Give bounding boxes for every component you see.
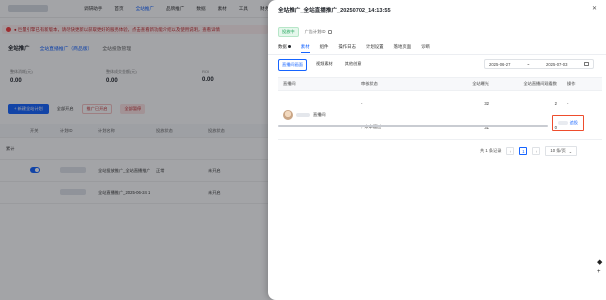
- date-start: 2025-06-27: [489, 61, 511, 67]
- copy-icon[interactable]: [327, 30, 332, 34]
- page-size-value: 10 条/页: [550, 148, 566, 153]
- column-header: 直播间: [283, 81, 296, 86]
- avatar: [283, 110, 293, 120]
- tab-diagnosis[interactable]: 诊断: [421, 44, 430, 50]
- subtab-video[interactable]: 视频素材: [313, 59, 336, 71]
- column-header: 审核状态: [361, 81, 378, 86]
- status-badge: 投放中: [278, 27, 299, 37]
- plus-icon: +: [597, 269, 601, 275]
- tab-data[interactable]: 数据: [278, 44, 291, 50]
- close-icon[interactable]: ✕: [592, 5, 597, 12]
- prev-page-button[interactable]: ‹: [506, 147, 515, 155]
- review-status-expandable[interactable]: › 未审通过: [361, 115, 449, 139]
- column-header: 操作: [567, 81, 576, 86]
- subtab-live-room[interactable]: 直播间画面: [278, 59, 307, 71]
- views-value: 0: [554, 124, 557, 130]
- divider: [268, 54, 606, 55]
- subtab-other[interactable]: 其他创意: [342, 59, 365, 71]
- column-header: 全站曝光: [472, 81, 489, 86]
- assistant-icon: ◆: [597, 259, 603, 266]
- date-separator: ~: [526, 61, 530, 67]
- date-end: 2025-07-03: [546, 61, 568, 67]
- review-status: -: [361, 100, 363, 106]
- exposure-value: 32: [484, 100, 489, 106]
- exposure-value: 31: [484, 124, 489, 130]
- tab-component[interactable]: 组件: [320, 44, 329, 50]
- chevron-down-icon: ⌄: [568, 148, 573, 154]
- dot-icon: [287, 45, 291, 49]
- tab-material[interactable]: 素材: [300, 44, 310, 53]
- streamer-cell: 直播间: [278, 91, 356, 139]
- drawer-title: 全站推广_全站直播推广_20250702_14:13:55: [278, 8, 391, 14]
- material-subtabs: 直播间画面 视频素材 其他创意: [278, 59, 364, 71]
- status-column: - › 未审通过: [356, 91, 454, 139]
- plan-id-label: 广告计划ID: [304, 29, 326, 34]
- horizontal-scrollbar[interactable]: [278, 125, 548, 127]
- tab-label: 数据: [278, 44, 287, 49]
- pagination: 共 1 条记录 ‹ 1 › 10 条/页 ⌄: [480, 146, 578, 156]
- streamer-suffix: 直播间: [313, 112, 326, 117]
- views-value: 2: [554, 100, 557, 106]
- page-size-select[interactable]: 10 条/页 ⌄: [545, 146, 578, 156]
- next-page-button[interactable]: ›: [532, 147, 541, 155]
- drawer-meta: 投放中 广告计划ID: [278, 27, 332, 37]
- plan-id-meta: 广告计划ID: [305, 29, 332, 35]
- tab-landing[interactable]: 落地页面: [394, 44, 412, 50]
- column-header: 全站直播间观看数: [523, 81, 557, 86]
- tab-log[interactable]: 操作日志: [338, 44, 356, 50]
- date-range-picker[interactable]: 2025-06-27 ~ 2025-07-03: [484, 59, 594, 69]
- redacted-operation: [557, 121, 568, 125]
- table-header: 直播间 审核状态 全站曝光 全站直播间观看数 操作: [278, 77, 602, 91]
- total-count: 共 1 条记录: [480, 148, 502, 153]
- plan-detail-drawer: 全站推广_全站直播推广_20250702_14:13:55 ✕ 投放中 广告计划…: [268, 0, 606, 300]
- tab-settings[interactable]: 计划设置: [366, 44, 384, 50]
- operation-empty: -: [567, 100, 569, 106]
- highlighted-operation[interactable]: 追投: [552, 115, 584, 131]
- redacted-name: [296, 113, 310, 117]
- drawer-tabs: 数据 素材 组件 操作日志 计划设置 落地页面 诊断: [278, 44, 430, 53]
- page-number[interactable]: 1: [519, 147, 528, 155]
- floating-assistant-button[interactable]: ◆ +: [596, 258, 606, 280]
- operation-link[interactable]: 追投: [570, 120, 578, 126]
- calendar-icon: [583, 62, 589, 66]
- exposure-column: 32 31: [454, 91, 494, 139]
